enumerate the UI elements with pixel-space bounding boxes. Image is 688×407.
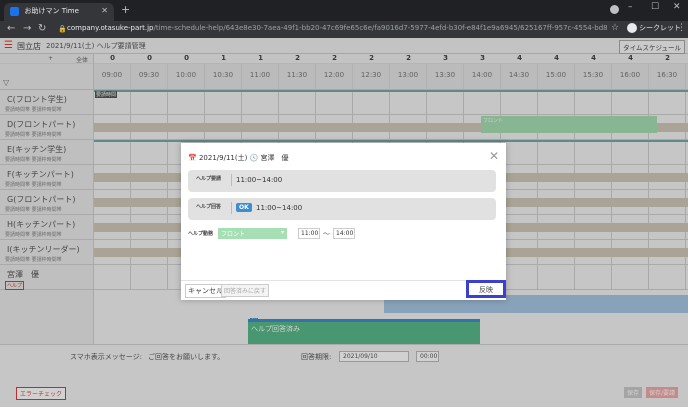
minimize-icon[interactable]: – <box>628 2 633 12</box>
help-assignment-row: ヘルプ動務 フロント ▾ 11:00 〜 14:00 <box>188 228 498 240</box>
browser-menu-icon[interactable]: ⋮ <box>677 23 686 33</box>
help-request-time: 11:00~14:00 <box>236 176 283 184</box>
department-value: フロント <box>221 231 246 238</box>
modal-footer-divider <box>181 280 506 281</box>
reload-icon[interactable]: ↻ <box>38 23 46 34</box>
modal-person: 宮澤 優 <box>260 154 289 162</box>
calendar-icon: 📅 <box>188 154 197 162</box>
new-tab-icon[interactable]: + <box>121 3 130 16</box>
forward-icon[interactable]: → <box>23 23 31 34</box>
browser-tab[interactable]: お助けマン Time ✕ <box>4 3 114 21</box>
help-request-label: ヘルプ要請 <box>196 176 222 182</box>
chevron-down-icon: ▾ <box>280 229 284 236</box>
back-icon[interactable]: ← <box>7 23 15 34</box>
incognito-icon <box>627 23 637 33</box>
end-time-input[interactable]: 14:00 <box>333 228 355 239</box>
window-close-icon[interactable]: ✕ <box>673 2 681 12</box>
help-answer-panel: ヘルプ回答 OK 11:00~14:00 <box>188 198 496 220</box>
close-icon[interactable]: ✕ <box>489 149 499 163</box>
incognito-indicator[interactable]: シークレット <box>627 23 681 33</box>
divider <box>231 174 232 186</box>
bookmark-star-icon[interactable]: ☆ <box>611 23 619 33</box>
cancel-button[interactable]: キャンセル <box>185 284 226 298</box>
tab-title: お助けマン Time <box>24 7 79 15</box>
range-separator: 〜 <box>323 230 330 238</box>
help-request-panel: ヘルプ要請 11:00~14:00 <box>188 170 496 192</box>
department-select[interactable]: フロント ▾ <box>218 228 287 239</box>
close-icon[interactable]: ✕ <box>101 6 108 15</box>
maximize-icon[interactable]: ☐ <box>651 2 659 12</box>
help-modal: 📅 2021/9/11(土) 🕓 宮澤 優 ✕ ヘルプ要請 11:00~14:0… <box>181 143 506 300</box>
start-time-input[interactable]: 11:00 <box>298 228 320 239</box>
revert-answered-button[interactable]: 回答済みに戻す <box>221 284 270 297</box>
address-bar: ← → ↻ 🔒 company.otasuke-part.jp/time-sch… <box>0 21 688 38</box>
record-icon <box>610 5 619 14</box>
ok-badge: OK <box>236 203 252 212</box>
browser-tabbar: お助けマン Time ✕ + – ☐ ✕ <box>0 0 688 21</box>
help-answer-label: ヘルプ回答 <box>196 204 222 210</box>
url-field[interactable]: company.otasuke-part.jp/time-schedule-he… <box>67 24 607 32</box>
help-assignment-label: ヘルプ動務 <box>188 231 214 237</box>
modal-header: 📅 2021/9/11(土) 🕓 宮澤 優 <box>188 153 289 163</box>
help-answer-time: 11:00~14:00 <box>256 204 303 212</box>
favicon-icon <box>10 6 19 16</box>
clock-icon: 🕓 <box>249 154 259 162</box>
lock-icon: 🔒 <box>58 25 67 33</box>
divider <box>231 202 232 214</box>
reflect-button[interactable]: 反映 <box>466 280 506 298</box>
modal-date: 2021/9/11(土) <box>198 154 248 162</box>
